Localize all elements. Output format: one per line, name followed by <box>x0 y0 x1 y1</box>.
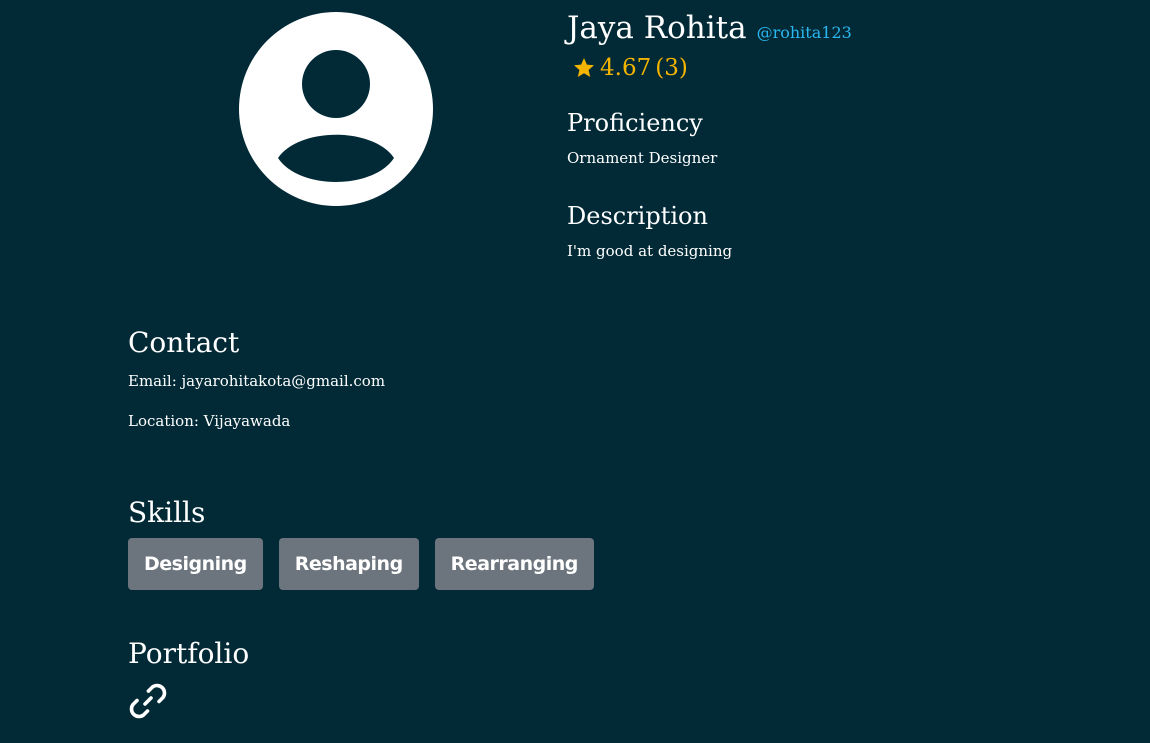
rating-value: 4.67 <box>600 55 652 81</box>
portfolio-title: Portfolio <box>128 637 250 670</box>
proficiency-title: Proficiency <box>567 109 703 137</box>
contact-email: Email: jayarohitakota@gmail.com <box>128 372 386 390</box>
skill-chip: Reshaping <box>278 538 419 590</box>
profile-page: Jaya Rohita @rohita123 4.67 (3) Proficie… <box>0 0 1150 743</box>
skill-chip: Designing <box>128 538 263 590</box>
description-value: I'm good at designing <box>567 242 733 260</box>
name-row: Jaya Rohita @rohita123 <box>567 8 852 48</box>
rating-count: (3) <box>655 55 688 81</box>
profile-name: Jaya Rohita <box>567 10 747 46</box>
skills-list: Designing Reshaping Rearranging <box>128 538 594 590</box>
profile-handle-link[interactable]: @rohita123 <box>757 23 852 42</box>
contact-location: Location: Vijayawada <box>128 412 291 430</box>
proficiency-value: Ornament Designer <box>567 149 718 167</box>
user-avatar-icon <box>239 12 433 206</box>
description-title: Description <box>567 202 708 230</box>
rating: 4.67 (3) <box>572 54 852 82</box>
star-icon <box>574 58 594 77</box>
skill-chip: Rearranging <box>434 538 594 590</box>
skills-title: Skills <box>128 496 206 529</box>
contact-title: Contact <box>128 326 240 359</box>
link-icon[interactable] <box>128 681 168 721</box>
profile-header: Jaya Rohita @rohita123 4.67 (3) <box>567 8 852 82</box>
